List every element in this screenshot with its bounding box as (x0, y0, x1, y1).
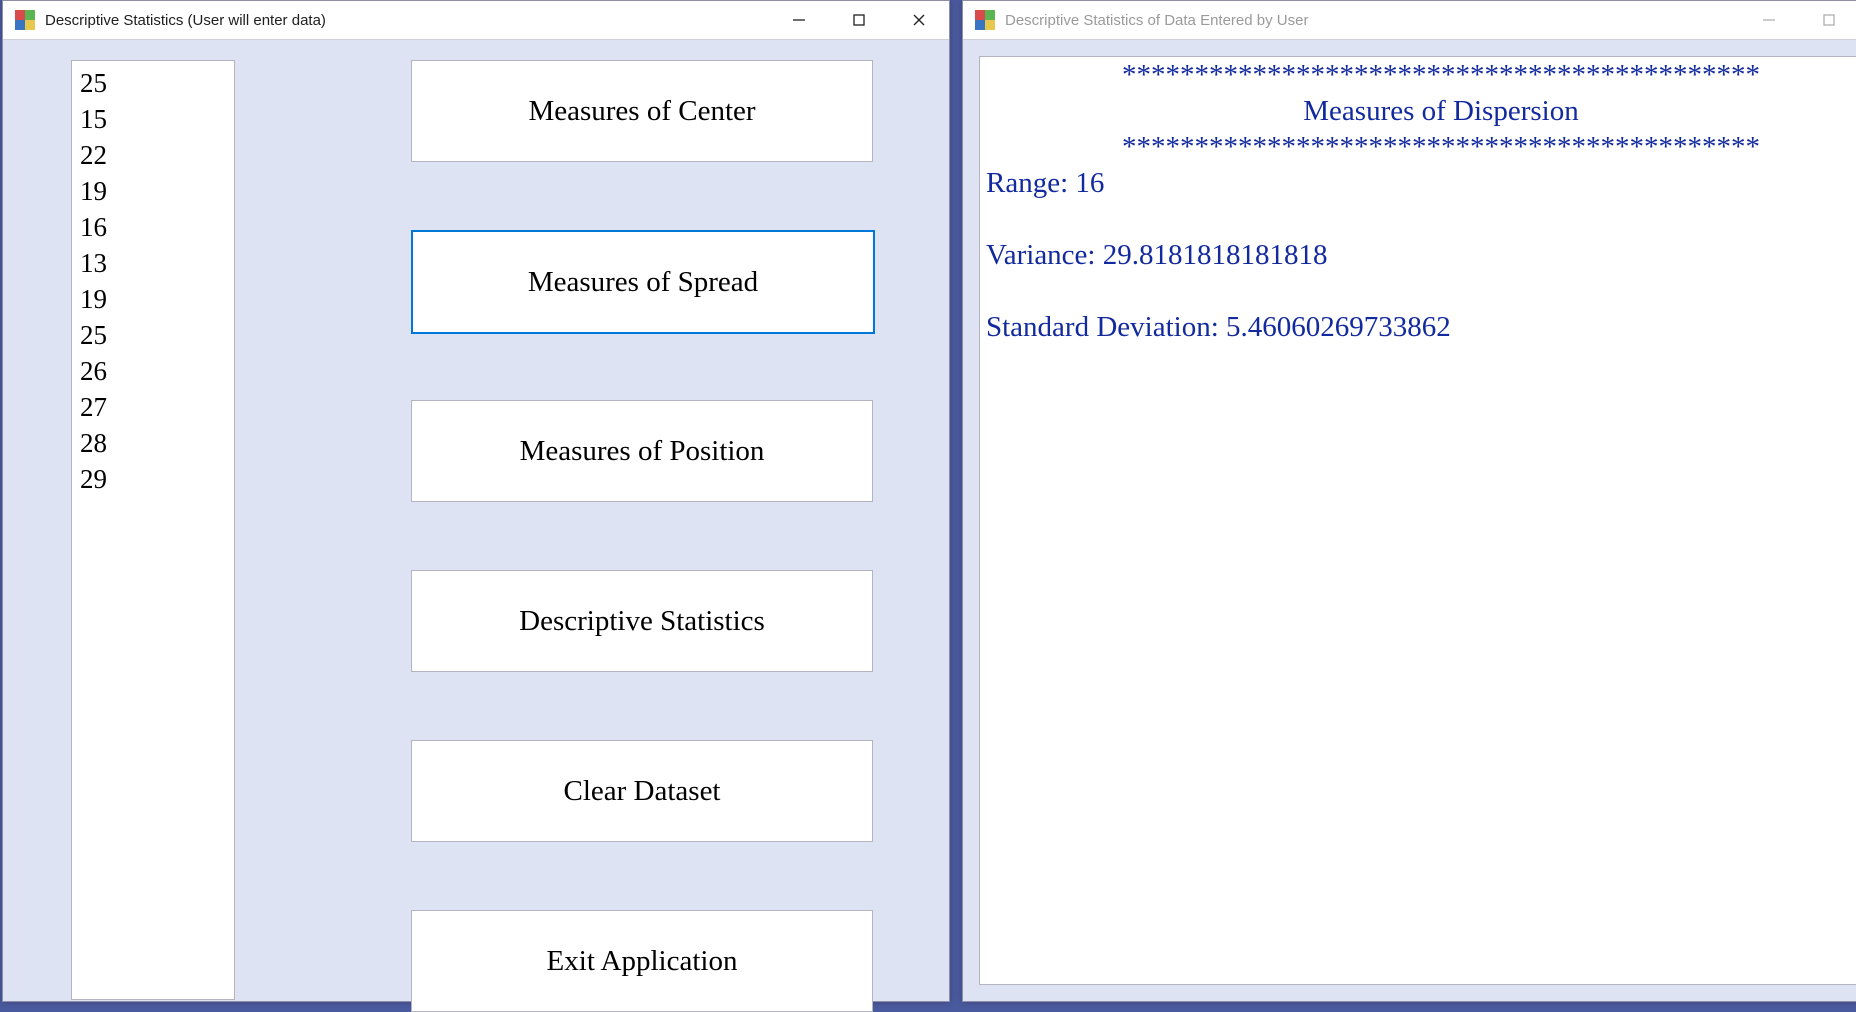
main-window: Descriptive Statistics (User will enter … (2, 0, 950, 1002)
clear-dataset-button[interactable]: Clear Dataset (411, 740, 873, 842)
list-item[interactable]: 22 (80, 137, 226, 173)
minimize-button[interactable] (769, 1, 829, 39)
output-textbox[interactable]: ****************************************… (979, 56, 1856, 985)
maximize-button[interactable] (1799, 1, 1856, 39)
measures-of-spread-button[interactable]: Measures of Spread (411, 230, 875, 334)
app-icon (15, 10, 35, 30)
output-range-line: Range: 16 (986, 167, 1104, 199)
data-listbox[interactable]: 251522191613192526272829 (71, 60, 235, 1000)
list-item[interactable]: 28 (80, 425, 226, 461)
output-heading: Measures of Dispersion (986, 93, 1856, 129)
list-item[interactable]: 25 (80, 317, 226, 353)
list-item[interactable]: 16 (80, 209, 226, 245)
exit-application-button[interactable]: Exit Application (411, 910, 873, 1012)
output-variance-line: Variance: 29.8181818181818 (986, 239, 1328, 271)
close-button[interactable] (889, 1, 949, 39)
titlebar-main[interactable]: Descriptive Statistics (User will enter … (3, 1, 949, 40)
measures-of-center-button[interactable]: Measures of Center (411, 60, 873, 162)
list-item[interactable]: 25 (80, 65, 226, 101)
output-stars-top: ****************************************… (986, 57, 1856, 93)
output-stars-bottom: ****************************************… (986, 129, 1856, 165)
titlebar-output[interactable]: Descriptive Statistics of Data Entered b… (963, 1, 1856, 40)
window-controls-main (769, 1, 949, 39)
list-item[interactable]: 27 (80, 389, 226, 425)
list-item[interactable]: 15 (80, 101, 226, 137)
app-icon (975, 10, 995, 30)
maximize-button[interactable] (829, 1, 889, 39)
measures-of-position-button[interactable]: Measures of Position (411, 400, 873, 502)
descriptive-statistics-button[interactable]: Descriptive Statistics (411, 570, 873, 672)
list-item[interactable]: 19 (80, 173, 226, 209)
output-window: Descriptive Statistics of Data Entered b… (962, 0, 1856, 1002)
output-stddev-line: Standard Deviation: 5.46060269733862 (986, 311, 1451, 343)
minimize-button[interactable] (1739, 1, 1799, 39)
list-item[interactable]: 13 (80, 245, 226, 281)
window-title-main: Descriptive Statistics (User will enter … (45, 12, 769, 29)
window-title-output: Descriptive Statistics of Data Entered b… (1005, 12, 1739, 29)
list-item[interactable]: 19 (80, 281, 226, 317)
list-item[interactable]: 26 (80, 353, 226, 389)
window-controls-output (1739, 1, 1856, 39)
list-item[interactable]: 29 (80, 461, 226, 497)
